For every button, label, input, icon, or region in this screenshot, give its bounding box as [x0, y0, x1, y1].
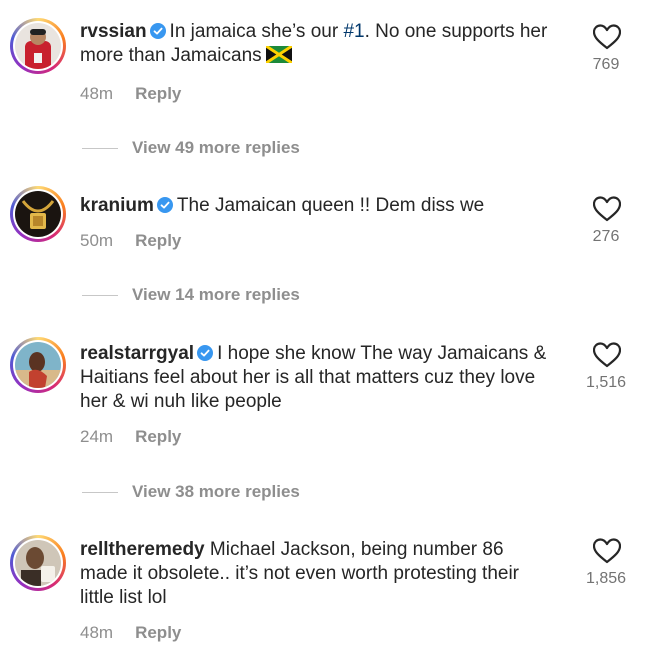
comment-text: realstarrgyal I hope she know The way Jam…	[80, 342, 550, 414]
comment-body: The Jamaican queen !! Dem diss we	[176, 195, 485, 216]
divider-line	[82, 295, 118, 297]
view-replies-label: View 14 more replies	[132, 285, 300, 304]
heart-outline-icon[interactable]	[593, 342, 621, 368]
jamaica-flag-icon	[265, 46, 292, 63]
divider-line	[82, 148, 118, 150]
like-count: 1,856	[585, 570, 627, 587]
comment-text: relltheremedy Michael Jackson, being num…	[80, 538, 550, 610]
comment-username[interactable]: realstarrgyal	[80, 343, 194, 364]
comment-time: 24m	[80, 427, 114, 446]
avatar-image	[15, 342, 61, 388]
verified-badge-icon	[197, 345, 213, 361]
heart-outline-icon[interactable]	[593, 196, 621, 222]
view-replies-button[interactable]: View 38 more replies	[82, 482, 300, 502]
verified-badge-icon	[157, 197, 173, 213]
comment-body: In jamaica she’s our	[169, 21, 344, 42]
comment-username[interactable]: rvssian	[80, 21, 147, 42]
like-count: 769	[592, 56, 620, 73]
view-replies-label: View 49 more replies	[132, 138, 300, 157]
comment-meta: 24m Reply	[80, 427, 181, 447]
reply-button[interactable]: Reply	[135, 84, 181, 103]
avatar-image	[15, 191, 61, 237]
avatar[interactable]	[10, 337, 66, 393]
view-replies-button[interactable]: View 14 more replies	[82, 285, 300, 305]
comment-username[interactable]: relltheremedy	[80, 539, 205, 560]
view-replies-button[interactable]: View 49 more replies	[82, 138, 300, 158]
comment-text: rvssian In jamaica she’s our #1. No one s…	[80, 20, 550, 68]
comment-meta: 48m Reply	[80, 623, 181, 643]
comment-meta: 50m Reply	[80, 231, 181, 251]
avatar[interactable]	[10, 18, 66, 74]
comment-meta: 48m Reply	[80, 84, 181, 104]
avatar[interactable]	[10, 535, 66, 591]
reply-button[interactable]: Reply	[135, 623, 181, 642]
comment-text: kranium The Jamaican queen !! Dem diss we	[80, 194, 550, 218]
avatar-image	[15, 23, 61, 69]
heart-outline-icon[interactable]	[593, 538, 621, 564]
comment-time: 48m	[80, 84, 114, 103]
comment-time: 48m	[80, 623, 114, 642]
like-count: 1,516	[585, 374, 627, 391]
verified-badge-icon	[150, 23, 166, 39]
comment-time: 50m	[80, 231, 114, 250]
reply-button[interactable]: Reply	[135, 231, 181, 250]
like-count: 276	[592, 228, 620, 245]
avatar-image	[15, 540, 61, 586]
comment-username[interactable]: kranium	[80, 195, 154, 216]
heart-outline-icon[interactable]	[593, 24, 621, 50]
view-replies-label: View 38 more replies	[132, 482, 300, 501]
reply-button[interactable]: Reply	[135, 427, 181, 446]
avatar[interactable]	[10, 186, 66, 242]
divider-line	[82, 492, 118, 494]
hashtag-link[interactable]: #1	[343, 21, 364, 42]
